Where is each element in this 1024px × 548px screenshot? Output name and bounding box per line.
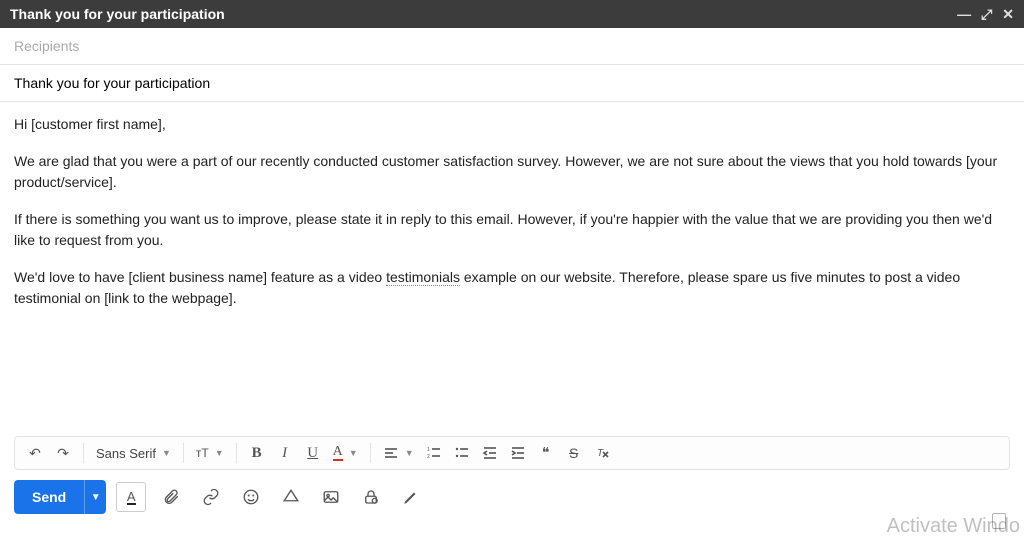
send-button[interactable]: Send: [14, 480, 84, 514]
body-paragraph: Hi [customer first name],: [14, 114, 1010, 135]
send-split-button: Send ▼: [14, 480, 106, 514]
text-color-button[interactable]: A ▼: [327, 439, 364, 467]
insert-emoji-button[interactable]: [236, 482, 266, 512]
paperclip-icon: [162, 488, 180, 506]
body-text: We'd love to have [client business name]…: [14, 269, 386, 285]
remove-formatting-button[interactable]: T: [588, 439, 616, 467]
trash-icon[interactable]: [992, 513, 1006, 529]
chevron-down-icon: ▼: [349, 448, 358, 458]
compose-titlebar: Thank you for your participation — ⤢ ✕: [0, 0, 1024, 28]
undo-button[interactable]: ↶: [21, 439, 49, 467]
quote-button[interactable]: ❝: [532, 439, 560, 467]
remove-format-icon: T: [594, 445, 610, 461]
subject-field[interactable]: Thank you for your participation: [0, 65, 1024, 102]
close-icon[interactable]: ✕: [1002, 6, 1014, 23]
chevron-down-icon: ▼: [162, 448, 171, 458]
body-paragraph: We'd love to have [client business name]…: [14, 267, 1010, 309]
minimize-icon[interactable]: —: [957, 6, 971, 23]
chevron-down-icon: ▼: [215, 448, 224, 458]
body-paragraph: If there is something you want us to imp…: [14, 209, 1010, 251]
action-bar: Send ▼ A: [14, 480, 1010, 514]
font-name-label: Sans Serif: [96, 446, 156, 461]
expand-icon[interactable]: ⤢: [981, 6, 992, 23]
lock-clock-icon: [362, 488, 380, 506]
svg-text:1: 1: [427, 447, 430, 453]
font-size-icon: ᴛT: [196, 446, 209, 460]
indent-less-icon: [482, 445, 498, 461]
font-family-dropdown[interactable]: Sans Serif ▼: [90, 439, 177, 467]
send-more-dropdown[interactable]: ▼: [84, 480, 106, 514]
link-icon: [202, 488, 220, 506]
svg-text:2: 2: [427, 454, 430, 460]
bulleted-list-icon: [454, 445, 470, 461]
bulleted-list-button[interactable]: [448, 439, 476, 467]
smiley-icon: [242, 488, 260, 506]
indent-less-button[interactable]: [476, 439, 504, 467]
attach-file-button[interactable]: [156, 482, 186, 512]
indent-more-button[interactable]: [504, 439, 532, 467]
align-icon: [383, 445, 399, 461]
image-icon: [322, 488, 340, 506]
text-icon: A: [127, 490, 136, 505]
window-controls: — ⤢ ✕: [957, 6, 1014, 23]
redo-button[interactable]: ↷: [49, 439, 77, 467]
align-dropdown[interactable]: ▼: [377, 439, 420, 467]
body-paragraph: We are glad that you were a part of our …: [14, 151, 1010, 193]
window-title: Thank you for your participation: [10, 6, 225, 22]
numbered-list-icon: 12: [426, 445, 442, 461]
strikethrough-button[interactable]: S: [560, 439, 588, 467]
formatting-options-button[interactable]: A: [116, 482, 146, 512]
italic-button[interactable]: I: [271, 439, 299, 467]
svg-text:T: T: [597, 448, 604, 459]
spellcheck-word[interactable]: testimonials: [386, 269, 460, 286]
font-size-dropdown[interactable]: ᴛT ▼: [190, 439, 230, 467]
indent-more-icon: [510, 445, 526, 461]
chevron-down-icon: ▼: [405, 448, 414, 458]
bold-button[interactable]: B: [243, 439, 271, 467]
insert-link-button[interactable]: [196, 482, 226, 512]
recipients-field[interactable]: Recipients: [0, 28, 1024, 65]
pen-icon: [402, 488, 420, 506]
insert-drive-button[interactable]: [276, 482, 306, 512]
formatting-toolbar: ↶ ↷ Sans Serif ▼ ᴛT ▼ B I U A ▼ ▼ 12: [14, 436, 1010, 470]
insert-signature-button[interactable]: [396, 482, 426, 512]
confidential-mode-button[interactable]: [356, 482, 386, 512]
numbered-list-button[interactable]: 12: [420, 439, 448, 467]
drive-icon: [282, 488, 300, 506]
underline-button[interactable]: U: [299, 439, 327, 467]
text-color-icon: A: [333, 445, 343, 461]
email-body[interactable]: Hi [customer first name], We are glad th…: [0, 102, 1024, 432]
insert-photo-button[interactable]: [316, 482, 346, 512]
